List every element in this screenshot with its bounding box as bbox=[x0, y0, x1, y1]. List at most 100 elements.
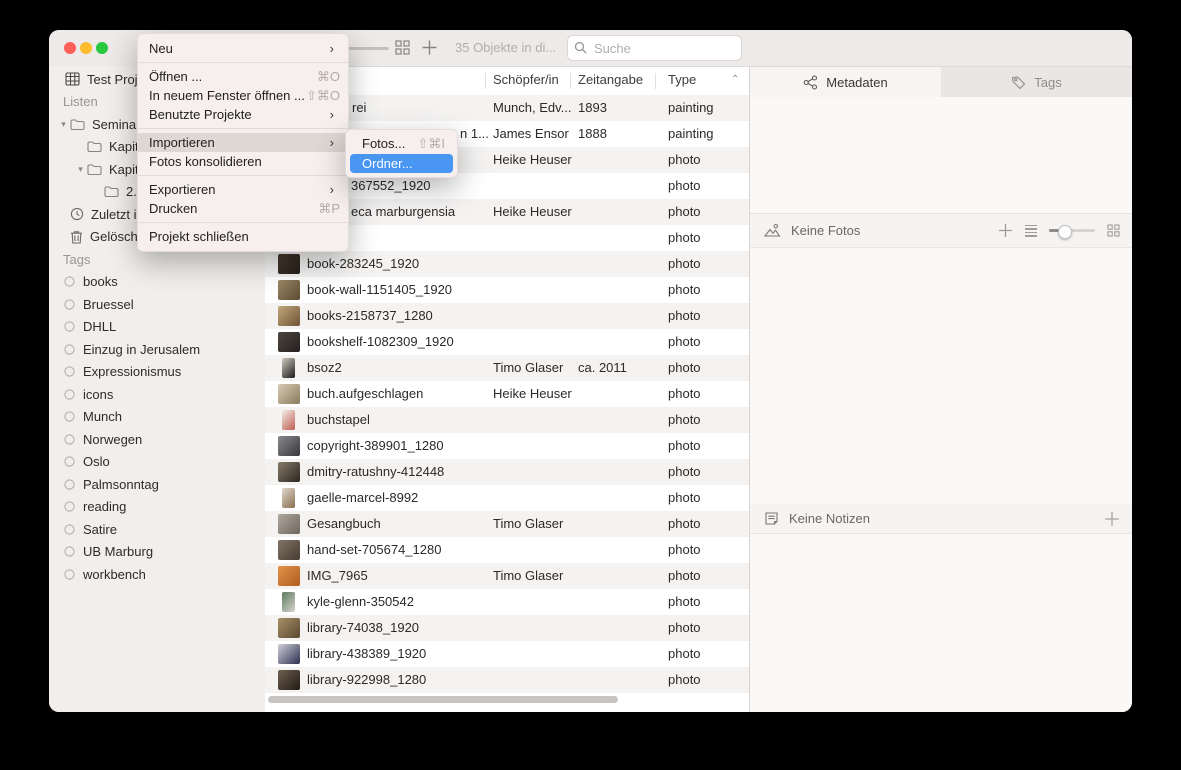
grid-view-small-icon[interactable] bbox=[1107, 224, 1120, 237]
metadata-pane bbox=[750, 97, 1132, 214]
column-header-creator[interactable]: Schöpfer/in bbox=[493, 72, 559, 87]
minimize-window-button[interactable] bbox=[80, 42, 92, 54]
table-row[interactable]: kyle-glenn-350542 photo bbox=[265, 589, 749, 615]
sidebar-tag-bruessel[interactable]: Bruessel bbox=[49, 293, 265, 316]
table-row[interactable]: buch.aufgeschlagen Heike Heuser photo bbox=[265, 381, 749, 407]
table-row[interactable]: library-74038_1920 photo bbox=[265, 615, 749, 641]
tag-circle-icon bbox=[64, 524, 75, 535]
menu-item-öffnen[interactable]: Öffnen ... ⌘O bbox=[138, 67, 348, 86]
table-row[interactable]: library-922998_1280 photo bbox=[265, 667, 749, 693]
table-row[interactable]: Gesangbuch Timo Glaser photo bbox=[265, 511, 749, 537]
tag-label: Einzug in Jerusalem bbox=[83, 342, 200, 357]
table-row[interactable]: bookshelf-1082309_1920 photo bbox=[265, 329, 749, 355]
zoom-window-button[interactable] bbox=[96, 42, 108, 54]
sort-ascending-icon[interactable]: ⌃ bbox=[731, 74, 739, 85]
cell-creator: Timo Glaser bbox=[493, 355, 573, 381]
menu-separator bbox=[138, 222, 348, 223]
submenu-chevron-icon: › bbox=[330, 180, 334, 199]
submenu-item-fotos[interactable]: Fotos... ⇧⌘I bbox=[350, 134, 453, 154]
file-thumbnail bbox=[278, 566, 300, 586]
cell-type: photo bbox=[668, 485, 743, 511]
table-row[interactable]: gaelle-marcel-8992 photo bbox=[265, 485, 749, 511]
table-row[interactable]: book-283245_1920 photo bbox=[265, 251, 749, 277]
cell-type: photo bbox=[668, 615, 743, 641]
sidebar-tag-reading[interactable]: reading bbox=[49, 496, 265, 519]
sidebar-tag-norwegen[interactable]: Norwegen bbox=[49, 428, 265, 451]
add-photo-icon[interactable] bbox=[998, 223, 1013, 238]
table-row[interactable]: dmitry-ratushny-412448 photo bbox=[265, 459, 749, 485]
menu-item-drucken[interactable]: Drucken ⌘P bbox=[138, 199, 348, 218]
menu-item-projekt-schließen[interactable]: Projekt schließen bbox=[138, 227, 348, 246]
menu-item-fotos-konsolidieren[interactable]: Fotos konsolidieren bbox=[138, 152, 348, 171]
tag-label: UB Marburg bbox=[83, 544, 153, 559]
column-header-date[interactable]: Zeitangabe bbox=[578, 72, 643, 87]
sidebar-tag-munch[interactable]: Munch bbox=[49, 406, 265, 429]
tag-circle-icon bbox=[64, 389, 75, 400]
sidebar-tag-books[interactable]: books bbox=[49, 271, 265, 294]
sidebar-tag-icons[interactable]: icons bbox=[49, 383, 265, 406]
sidebar-tag-dhll[interactable]: DHLL bbox=[49, 316, 265, 339]
tag-circle-icon bbox=[64, 546, 75, 557]
grid-view-icon[interactable] bbox=[395, 40, 410, 60]
tag-label: Satire bbox=[83, 522, 117, 537]
menu-item-in-neuem-fenster-öffnen[interactable]: In neuem Fenster öffnen ... ⇧⌘O bbox=[138, 86, 348, 105]
cell-creator: Timo Glaser bbox=[493, 563, 573, 589]
table-row[interactable]: copyright-389901_1280 photo bbox=[265, 433, 749, 459]
menu-item-neu[interactable]: Neu › bbox=[138, 39, 348, 58]
list-view-icon[interactable] bbox=[1025, 225, 1037, 237]
sidebar-tag-einzug-in-jerusalem[interactable]: Einzug in Jerusalem bbox=[49, 338, 265, 361]
cell-name: books-2158737_1280 bbox=[307, 303, 487, 329]
add-icon[interactable] bbox=[421, 39, 438, 61]
sidebar-tag-oslo[interactable]: Oslo bbox=[49, 451, 265, 474]
table-row[interactable]: book-wall-1151405_1920 photo bbox=[265, 277, 749, 303]
table-row[interactable]: hand-set-705674_1280 photo bbox=[265, 537, 749, 563]
cell-name: library-922998_1280 bbox=[307, 667, 487, 693]
thumbnail-size-slider[interactable] bbox=[345, 47, 389, 50]
menu-item-importieren[interactable]: Importieren › bbox=[138, 133, 348, 152]
cell-name: library-74038_1920 bbox=[307, 615, 487, 641]
add-note-icon[interactable] bbox=[1104, 511, 1120, 527]
tag-label: books bbox=[83, 274, 118, 289]
sidebar-tag-workbench[interactable]: workbench bbox=[49, 563, 265, 586]
table-row[interactable]: books-2158737_1280 photo bbox=[265, 303, 749, 329]
sidebar-tags: books Bruessel DHLL Einzug in Jerusalem … bbox=[49, 271, 265, 586]
search-input[interactable] bbox=[592, 37, 736, 59]
table-row[interactable]: library-438389_1920 photo bbox=[265, 641, 749, 667]
tag-circle-icon bbox=[64, 434, 75, 445]
tag-circle-icon bbox=[64, 411, 75, 422]
sidebar-tag-satire[interactable]: Satire bbox=[49, 518, 265, 541]
sidebar-tag-palmsonntag[interactable]: Palmsonntag bbox=[49, 473, 265, 496]
tag-label: DHLL bbox=[83, 319, 116, 334]
notes-placeholder-label: Keine Notizen bbox=[789, 511, 870, 526]
sidebar-tag-ub-marburg[interactable]: UB Marburg bbox=[49, 541, 265, 564]
photo-size-slider[interactable] bbox=[1049, 229, 1095, 232]
clock-icon bbox=[70, 207, 84, 221]
submenu-chevron-icon: › bbox=[330, 105, 334, 124]
menu-item-shortcut: ⇧⌘O bbox=[306, 86, 340, 105]
table-row[interactable]: bsoz2 Timo Glaser ca. 2011 photo bbox=[265, 355, 749, 381]
photos-placeholder-label: Keine Fotos bbox=[791, 223, 860, 238]
cell-name: Gesangbuch bbox=[307, 511, 487, 537]
disclosure-triangle-icon[interactable]: ▾ bbox=[74, 164, 87, 175]
tab-metadata[interactable]: Metadaten bbox=[750, 67, 941, 97]
folder-icon bbox=[87, 140, 102, 153]
column-header-type[interactable]: Type bbox=[668, 72, 696, 87]
tab-tags[interactable]: Tags bbox=[941, 67, 1132, 97]
cell-type: photo bbox=[668, 667, 743, 693]
disclosure-triangle-icon[interactable]: ▾ bbox=[57, 119, 70, 130]
file-thumbnail bbox=[282, 358, 295, 378]
table-row[interactable]: IMG_7965 Timo Glaser photo bbox=[265, 563, 749, 589]
file-thumbnail bbox=[278, 332, 300, 352]
sidebar-tag-expressionismus[interactable]: Expressionismus bbox=[49, 361, 265, 384]
menu-item-exportieren[interactable]: Exportieren › bbox=[138, 180, 348, 199]
menu-item-label: Benutzte Projekte bbox=[149, 107, 252, 122]
tag-circle-icon bbox=[64, 366, 75, 377]
horizontal-scrollbar[interactable] bbox=[268, 696, 618, 703]
submenu-item-ordner[interactable]: Ordner... bbox=[350, 154, 453, 174]
menu-item-label: Ordner... bbox=[362, 156, 413, 171]
project-menu: Neu › Öffnen ... ⌘O In neuem Fenster öff… bbox=[137, 33, 349, 252]
table-row[interactable]: buchstapel photo bbox=[265, 407, 749, 433]
close-window-button[interactable] bbox=[64, 42, 76, 54]
file-thumbnail bbox=[278, 306, 300, 326]
menu-item-benutzte-projekte[interactable]: Benutzte Projekte › bbox=[138, 105, 348, 124]
